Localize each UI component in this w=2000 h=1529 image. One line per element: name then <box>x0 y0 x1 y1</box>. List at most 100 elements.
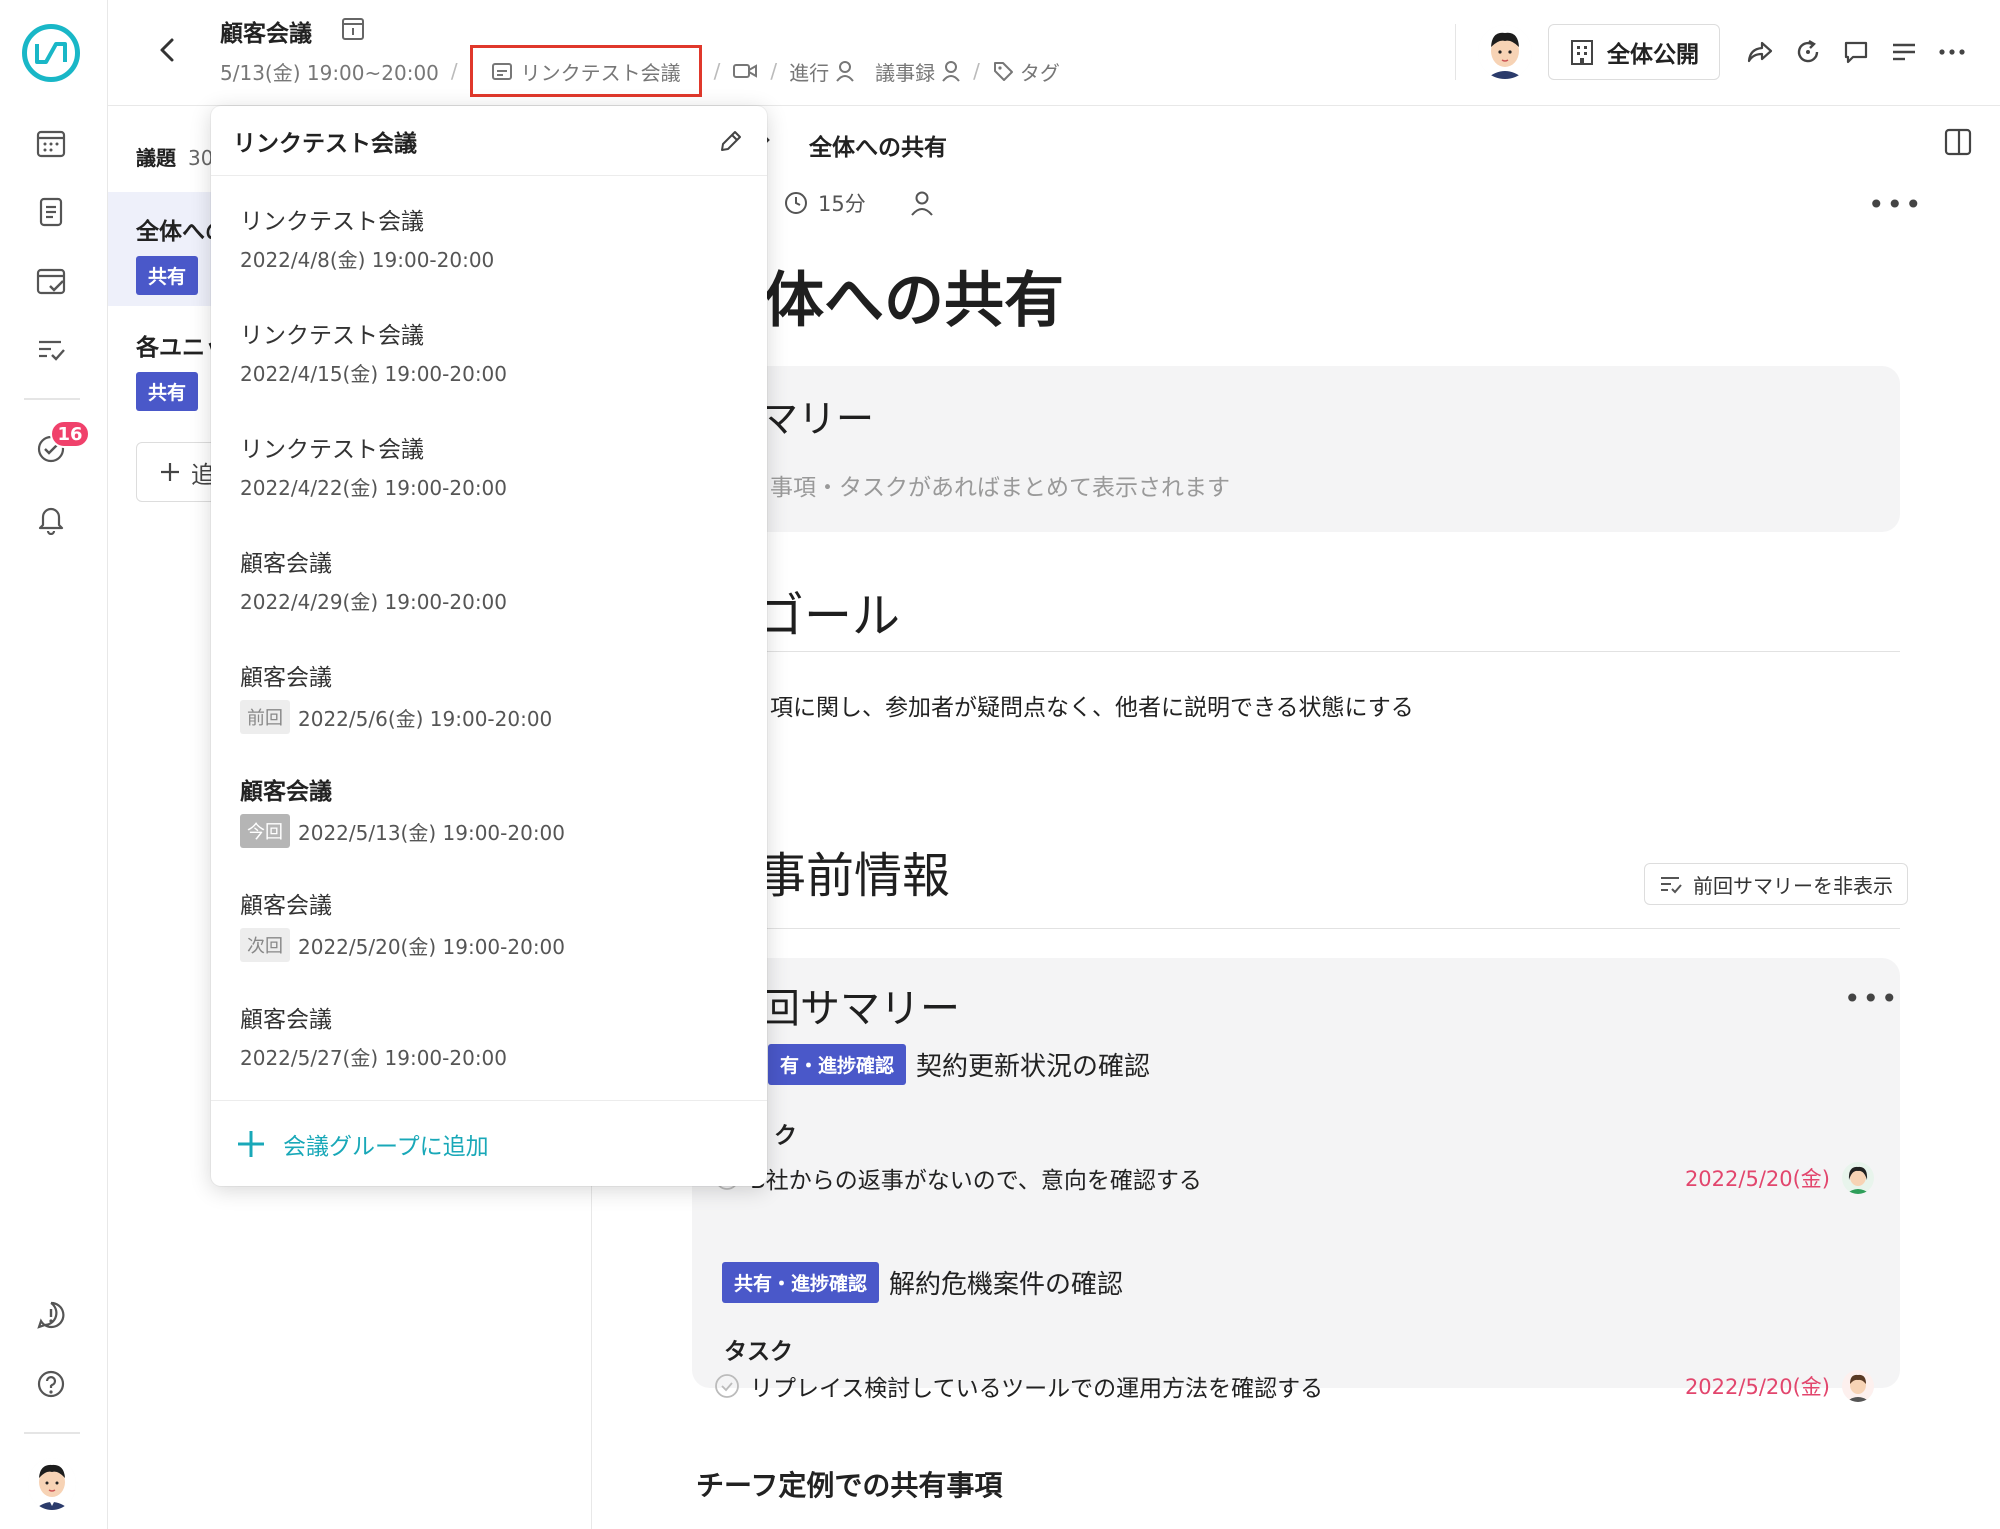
meeting-list-item[interactable]: 顧客会議 2022/4/29(金) 19:00-20:00 <box>240 544 740 615</box>
meeting-name: 顧客会議 <box>240 779 332 805</box>
meeting-list-item-current[interactable]: 顧客会議 今回 2022/5/13(金) 19:00-20:00 <box>240 772 740 848</box>
outline-icon[interactable] <box>1888 36 1920 68</box>
add-to-group-label: 会議グループに追加 <box>283 1133 489 1160</box>
info-icon[interactable] <box>340 16 366 42</box>
task-checkbox-icon[interactable] <box>714 1373 740 1399</box>
add-to-group-button[interactable]: 会議グループに追加 <box>211 1100 767 1186</box>
meeting-name: リンクテスト会議 <box>240 323 424 349</box>
panel-toggle-icon[interactable] <box>1942 126 1974 158</box>
task-text: B社からの返事がないので、意向を確認する <box>750 1168 1202 1194</box>
visibility-button[interactable]: 全体公開 <box>1548 24 1720 80</box>
comment-icon[interactable] <box>1840 36 1872 68</box>
tag-icon <box>993 62 1013 81</box>
hide-summary-button[interactable]: 前回サマリーを非表示 <box>1644 863 1908 905</box>
tag-button[interactable]: タグ <box>992 57 1060 86</box>
meeting-list-item[interactable]: 顧客会議 前回 2022/5/6(金) 19:00-20:00 <box>240 658 740 734</box>
task-row[interactable]: リプレイス検討しているツールでの運用方法を確認する 2022/5/20(金) <box>714 1368 1874 1404</box>
group-link-button[interactable]: リンクテスト会議 <box>469 45 702 97</box>
meeting-name: リンクテスト会議 <box>240 437 424 463</box>
alert-icon[interactable] <box>32 1296 70 1334</box>
meeting-title: 顧客会議 <box>220 21 312 47</box>
meeting-group-popover: リンクテスト会議 リンクテスト会議 2022/4/8(金) 19:00-20:0… <box>211 106 767 1186</box>
meeting-date: 2022/4/22(金) 19:00-20:00 <box>240 476 508 500</box>
popover-header: リンクテスト会議 <box>211 106 767 176</box>
summary-item-tag: 有・進捗確認 <box>768 1044 907 1085</box>
section-heading: チーフ定例での共有事項 <box>696 1469 1003 1502</box>
pencil-icon[interactable] <box>717 127 745 155</box>
meeting-date: 2022/4/8(金) 19:00-20:00 <box>240 248 495 272</box>
plus-icon <box>238 1130 264 1157</box>
goal-text: 項に関し、参加者が疑問点なく、他者に説明できる状態にする <box>770 695 1414 721</box>
refresh-icon[interactable] <box>1792 36 1824 68</box>
notification-badge: 16 <box>50 420 90 448</box>
person-icon <box>836 61 854 82</box>
back-icon[interactable] <box>150 32 186 68</box>
popover-title: リンクテスト会議 <box>233 130 417 157</box>
meeting-date: 2022/5/6(金) 19:00-20:00 <box>298 706 553 731</box>
agenda-title: 体への共有 <box>764 266 1064 336</box>
meeting-date: 2022/4/15(金) 19:00-20:00 <box>240 362 508 386</box>
video-button[interactable] <box>732 62 758 80</box>
goal-heading: ゴール <box>756 588 901 644</box>
top-header: 顧客会議 5/13(金) 19:00~20:00 / リンクテスト会議 / / … <box>108 0 2000 106</box>
assignee-avatar <box>1842 1370 1874 1402</box>
facilitator-button[interactable]: 進行 <box>789 57 855 86</box>
meeting-list-item[interactable]: 顧客会議 次回 2022/5/20(金) 19:00-20:00 <box>240 886 740 962</box>
folder-icon <box>491 63 512 80</box>
breadcrumb: 全体への共有 <box>809 135 947 161</box>
summary-item-title: 有・進捗確認 契約更新状況の確認 <box>768 1044 1150 1085</box>
calendar-icon[interactable] <box>32 124 70 162</box>
task-due-date: 2022/5/20(金) <box>1684 1375 1830 1399</box>
help-icon[interactable] <box>32 1365 70 1403</box>
owner-avatar[interactable] <box>1478 25 1532 79</box>
list-check-icon <box>1661 877 1682 894</box>
meeting-name: 顧客会議 <box>240 1007 332 1033</box>
summary-item-tag: 共有・進捗確認 <box>722 1262 880 1303</box>
meeting-meta-row: 5/13(金) 19:00~20:00 / リンクテスト会議 / / 進行 議事… <box>220 45 1060 97</box>
plus-icon <box>161 463 179 481</box>
share-icon[interactable] <box>1744 36 1776 68</box>
agenda-more-icon[interactable]: ••• <box>1868 188 1924 221</box>
document-icon[interactable] <box>32 193 70 231</box>
more-icon[interactable] <box>1936 36 1968 68</box>
meeting-name: 顧客会議 <box>240 893 332 919</box>
header-actions: 全体公開 <box>1455 0 2000 104</box>
meeting-list-item[interactable]: リンクテスト会議 2022/4/15(金) 19:00-20:00 <box>240 316 740 387</box>
prev-summary-heading: 回サマリー <box>760 986 960 1032</box>
meeting-list-item[interactable]: リンクテスト会議 2022/4/22(金) 19:00-20:00 <box>240 430 740 501</box>
calendar-check-icon[interactable] <box>32 262 70 300</box>
left-rail: 16 <box>0 0 108 1529</box>
visibility-label: 全体公開 <box>1607 42 1699 68</box>
meeting-list-item[interactable]: リンクテスト会議 2022/4/8(金) 19:00-20:00 <box>240 202 740 273</box>
hide-summary-label: 前回サマリーを非表示 <box>1693 873 1893 898</box>
assignee-icon[interactable] <box>910 190 934 216</box>
meeting-name: 顧客会議 <box>240 665 332 691</box>
bell-icon[interactable] <box>32 500 70 538</box>
group-link-label: リンクテスト会議 <box>520 60 681 85</box>
logo-icon[interactable] <box>22 24 80 82</box>
agenda-count: 30 <box>188 146 214 170</box>
summary-item-title: 共有・進捗確認 解約危機案件の確認 <box>722 1262 1123 1303</box>
assignee-avatar <box>1842 1162 1874 1194</box>
building-icon <box>1571 40 1593 65</box>
meeting-name: 顧客会議 <box>240 551 332 577</box>
facilitator-label: 進行 <box>789 60 830 85</box>
summary-placeholder: 事項・タスクがあればまとめて表示されます <box>770 475 1230 501</box>
prev-summary-more-icon[interactable]: ••• <box>1844 982 1900 1015</box>
video-icon <box>733 64 758 78</box>
document-area: 全体への共有 15分 ••• 体への共有 マリー 事項・タスクがあればまとめて表… <box>592 106 2000 1529</box>
minutes-button[interactable]: 議事録 <box>875 57 961 86</box>
meeting-list-item[interactable]: 顧客会議 2022/5/27(金) 19:00-20:00 <box>240 1000 740 1071</box>
task-text: リプレイス検討しているツールでの運用方法を確認する <box>750 1376 1324 1402</box>
next-chip: 次回 <box>240 928 290 962</box>
agenda-item-tag: 共有 <box>136 256 199 295</box>
meeting-date: 2022/5/13(金) 19:00-20:00 <box>298 820 566 845</box>
agenda-heading: 議題 30 <box>136 146 214 170</box>
user-avatar[interactable] <box>28 1458 76 1510</box>
meeting-date: 2022/5/20(金) 19:00-20:00 <box>298 934 566 959</box>
task-list-icon[interactable] <box>32 331 70 369</box>
meeting-datetime: 5/13(金) 19:00~20:00 <box>220 60 439 85</box>
minutes-label: 議事録 <box>875 60 936 85</box>
agenda-meta: 15分 <box>784 188 934 218</box>
task-row[interactable]: B社からの返事がないので、意向を確認する 2022/5/20(金) <box>714 1160 1874 1196</box>
